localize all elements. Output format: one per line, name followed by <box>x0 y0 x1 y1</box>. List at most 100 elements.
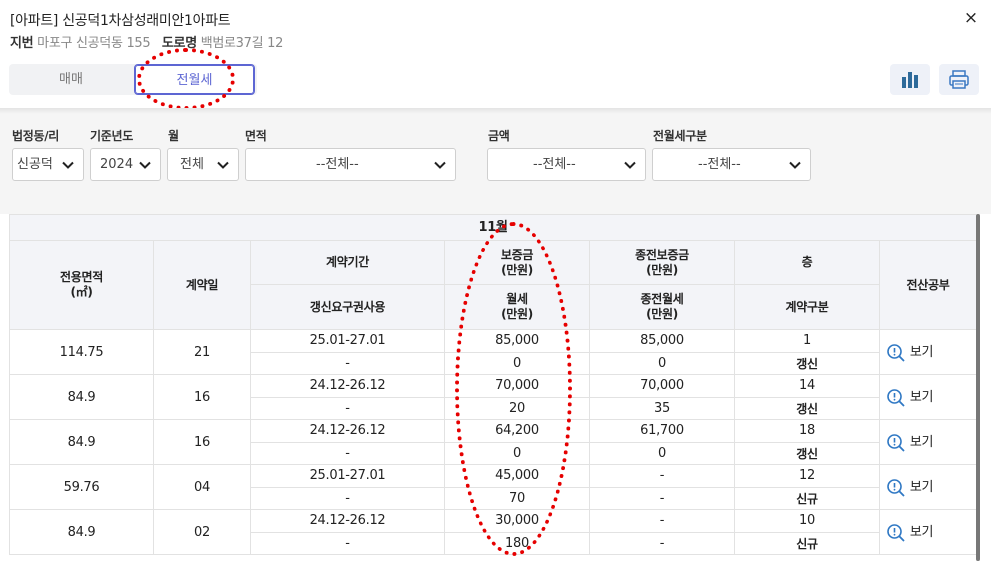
cell-day: 04 <box>153 464 251 510</box>
table-row: 84.9 16 24.12-26.12 64,200 61,700 18 보기 <box>9 419 978 465</box>
col-header-floor: 층 <box>734 240 880 285</box>
table-row: 59.76 04 25.01-27.01 45,000-12 보기 <box>9 464 978 510</box>
road-label: 도로명 <box>161 36 197 51</box>
cell-area: 84.9 <box>9 374 154 420</box>
filter-label-year: 기준년도 <box>90 129 133 143</box>
transaction-table: 11월 전용면적 (㎡) 계약일 계약기간 보증금 (만원) 종전보증금 (만원… <box>8 214 978 555</box>
filter-label-month: 월 <box>168 129 179 143</box>
view-link-label[interactable]: 보기 <box>910 345 934 360</box>
search-info-icon <box>887 523 905 542</box>
cell-day: 16 <box>153 374 251 420</box>
view-link[interactable]: 보기 <box>878 419 978 465</box>
filter-bar: 법정동/리 기준년도 월 면적 금액 전월세구분 신공덕 2024 전체 --전… <box>0 114 991 200</box>
print-button[interactable] <box>939 64 979 95</box>
col-header-area: 전용면적 (㎡) <box>9 240 154 330</box>
chevron-down-icon <box>139 161 151 169</box>
cell-period: 24.12-26.12 <box>250 374 445 398</box>
col-header-day: 계약일 <box>153 240 251 330</box>
view-link-label[interactable]: 보기 <box>910 525 934 540</box>
cell-period: 25.01-27.01 <box>250 329 445 353</box>
cell-contract-type: 갱신 <box>734 441 880 465</box>
view-link-label[interactable]: 보기 <box>910 390 934 405</box>
cell-deposit: 64,200 <box>444 419 590 443</box>
month-select[interactable]: 전체 <box>167 148 239 181</box>
chevron-down-icon <box>624 161 636 169</box>
cell-prev-deposit: 85,000 <box>589 329 735 353</box>
cell-period: 24.12-26.12 <box>250 509 445 533</box>
tab-bar: 매매 전월세 <box>9 64 257 95</box>
year-select[interactable]: 2024 <box>90 148 161 181</box>
table-row: 84.9 02 24.12-26.12 30,000-10 보기 <box>9 509 978 555</box>
bar-chart-icon <box>902 72 918 88</box>
cell-floor: 18 <box>734 419 880 443</box>
dong-select-value: 신공덕 <box>17 157 53 172</box>
cell-period: 25.01-27.01 <box>250 464 445 488</box>
col-header-prev-deposit: 종전보증금 (만원) <box>589 240 735 285</box>
filter-label-area: 면적 <box>245 129 267 143</box>
cell-renewal: - <box>250 351 445 375</box>
cell-day: 02 <box>153 509 251 555</box>
cell-contract-type: 신규 <box>734 531 880 555</box>
search-info-icon <box>887 478 905 497</box>
cell-day: 16 <box>153 419 251 465</box>
cell-monthly-rent: 0 <box>444 441 590 465</box>
view-link-label[interactable]: 보기 <box>910 480 934 495</box>
cell-prev-monthly-rent: 35 <box>589 396 735 420</box>
view-link[interactable]: 보기 <box>878 464 978 510</box>
cell-prev-monthly-rent: 0 <box>589 351 735 375</box>
col-header-prev-monthly-rent: 종전월세 (만원) <box>589 284 735 330</box>
month-header-row: 11월 <box>8 214 978 241</box>
table-row: 84.9 16 24.12-26.12 70,000 70,000 14 보기 <box>9 374 978 420</box>
cell-deposit: 70,000 <box>444 374 590 398</box>
cell-prev-deposit: - <box>589 509 735 533</box>
cell-period: 24.12-26.12 <box>250 419 445 443</box>
scrollbar[interactable] <box>976 214 980 561</box>
col-header-registry: 전산공부 <box>878 240 978 330</box>
view-link[interactable]: 보기 <box>878 374 978 420</box>
popup-header: [아파트] 신공덕1차삼성래미안1아파트 지번 마포구 신공덕동 155 도로명… <box>0 0 991 110</box>
table-top-gap <box>0 200 991 214</box>
cell-area: 84.9 <box>9 509 154 555</box>
cell-contract-type: 갱신 <box>734 396 880 420</box>
scrollbar-thumb[interactable] <box>976 214 980 561</box>
cell-prev-monthly-rent: - <box>589 486 735 510</box>
dong-select[interactable]: 신공덕 <box>12 148 84 181</box>
jibun-value: 마포구 신공덕동 155 <box>37 36 151 51</box>
amount-select[interactable]: --전체-- <box>487 148 646 181</box>
view-link[interactable]: 보기 <box>878 509 978 555</box>
view-link-label[interactable]: 보기 <box>910 435 934 450</box>
table-row: 114.75 21 25.01-27.01 85,000 85,000 1 보기 <box>9 329 978 375</box>
chart-button[interactable] <box>890 64 930 95</box>
search-info-icon <box>887 343 905 362</box>
filter-label-rent-type: 전월세구분 <box>653 129 707 143</box>
view-link[interactable]: 보기 <box>878 329 978 375</box>
jibun-label: 지번 <box>10 36 34 51</box>
year-select-value: 2024 <box>100 157 134 172</box>
tab-rent[interactable]: 전월세 <box>134 64 255 95</box>
cell-floor: 12 <box>734 464 880 488</box>
area-select[interactable]: --전체-- <box>245 148 456 181</box>
month-header: 11월 <box>8 214 978 241</box>
cell-monthly-rent: 70 <box>444 486 590 510</box>
rent-type-select-value: --전체-- <box>698 157 741 172</box>
month-select-value: 전체 <box>180 157 204 172</box>
cell-renewal: - <box>250 441 445 465</box>
rent-type-select[interactable]: --전체-- <box>652 148 811 181</box>
cell-floor: 1 <box>734 329 880 353</box>
cell-monthly-rent: 0 <box>444 351 590 375</box>
area-select-value: --전체-- <box>316 157 359 172</box>
tab-sale[interactable]: 매매 <box>9 64 133 95</box>
chevron-down-icon <box>217 161 229 169</box>
table-body: 114.75 21 25.01-27.01 85,000 85,000 1 보기 -0 0 갱신… <box>9 329 978 555</box>
col-header-deposit: 보증금 (만원) <box>444 240 590 285</box>
col-header-contract-type: 계약구분 <box>734 284 880 330</box>
cell-renewal: - <box>250 531 445 555</box>
cell-contract-type: 갱신 <box>734 351 880 375</box>
close-icon[interactable]: × <box>961 8 981 28</box>
cell-area: 114.75 <box>9 329 154 375</box>
amount-select-value: --전체-- <box>533 157 576 172</box>
cell-floor: 10 <box>734 509 880 533</box>
cell-renewal: - <box>250 486 445 510</box>
road-value: 백범로37길 12 <box>200 36 284 51</box>
cell-area: 84.9 <box>9 419 154 465</box>
